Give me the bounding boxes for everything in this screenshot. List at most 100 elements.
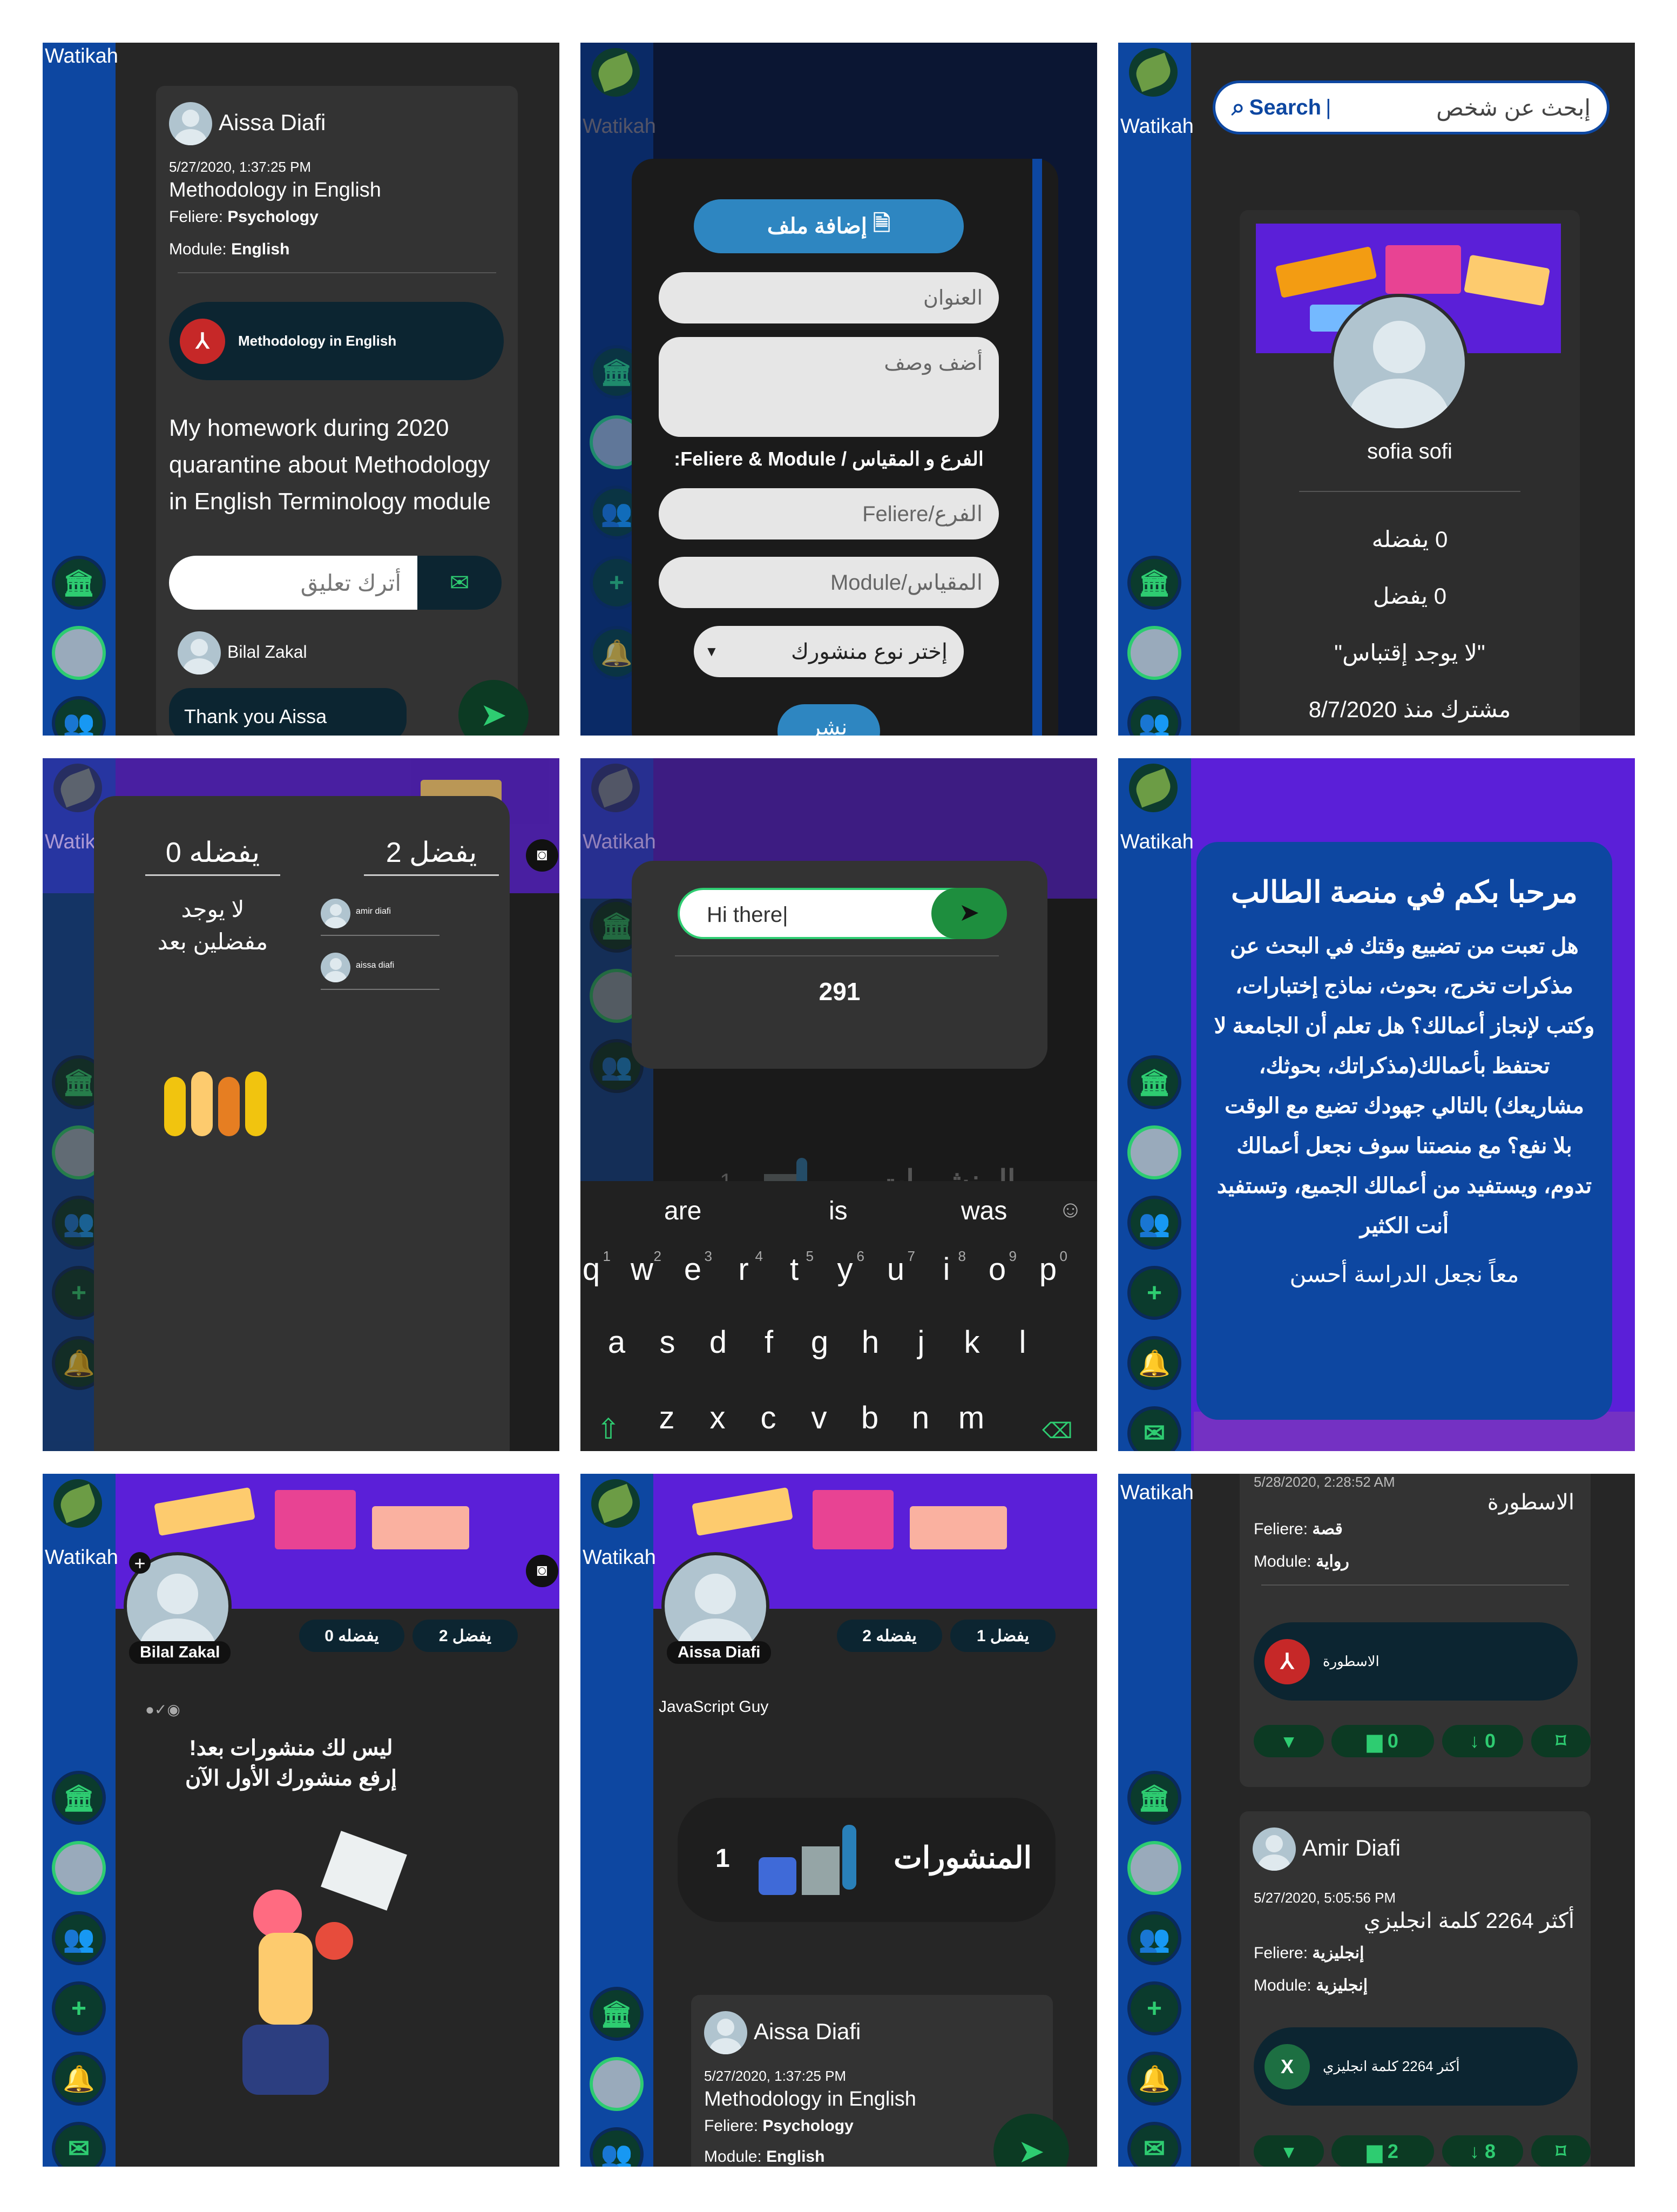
key-j[interactable]: j bbox=[900, 1324, 943, 1360]
shift-icon[interactable]: ⇧ bbox=[597, 1413, 620, 1446]
university-icon[interactable]: 🏛 bbox=[1127, 556, 1181, 610]
key-h[interactable]: h bbox=[849, 1324, 892, 1360]
favorites-count[interactable]: يفضل 2 bbox=[413, 1620, 518, 1652]
scrollbar[interactable] bbox=[1032, 159, 1042, 736]
key-z[interactable]: z bbox=[645, 1400, 688, 1436]
add-file-button[interactable]: إضافة ملف 🗎 bbox=[694, 199, 964, 253]
publish-button[interactable]: نشر bbox=[777, 704, 880, 736]
add-icon[interactable]: + bbox=[1127, 1266, 1181, 1320]
logo-icon bbox=[53, 1479, 102, 1528]
key-f[interactable]: f bbox=[747, 1324, 790, 1360]
avatar[interactable] bbox=[590, 2057, 644, 2111]
post-card[interactable]: Amir Diafi 5/27/2020, 5:05:56 PM أكثر 22… bbox=[1240, 1811, 1591, 2167]
favorite-user-name[interactable]: aissa diafi bbox=[356, 961, 394, 970]
mail-icon[interactable]: ✉ bbox=[1127, 2122, 1181, 2167]
groups-icon[interactable]: 👥 bbox=[52, 696, 106, 736]
favorited-by-count[interactable]: يفضله 0 bbox=[299, 1620, 404, 1652]
file-attachment[interactable]: ⅄ الاسطورة bbox=[1254, 1622, 1578, 1701]
posts-summary[interactable]: 1 المنشورات bbox=[678, 1798, 1056, 1922]
add-icon[interactable]: + bbox=[1127, 1981, 1181, 2035]
key-g[interactable]: g bbox=[798, 1324, 841, 1360]
key-l[interactable]: l bbox=[1001, 1324, 1044, 1360]
suggestion-3[interactable]: was bbox=[961, 1196, 1007, 1226]
favorited-by-tab[interactable]: يفضله 0 bbox=[145, 837, 280, 876]
avatar[interactable] bbox=[52, 1841, 106, 1895]
key-v[interactable]: v bbox=[797, 1400, 841, 1436]
feliere-input[interactable]: Feliere/الفرع bbox=[659, 488, 999, 539]
downloads-button[interactable]: ↓ 0 bbox=[1442, 1725, 1523, 1757]
avatar[interactable] bbox=[1127, 1841, 1181, 1895]
send-icon[interactable]: ➤ bbox=[931, 888, 1007, 939]
add-photo-icon[interactable]: + bbox=[129, 1552, 151, 1574]
favorites-count[interactable]: يفضل 1 bbox=[950, 1620, 1056, 1652]
university-icon[interactable]: 🏛 bbox=[590, 1987, 644, 2041]
key-w[interactable]: w2 bbox=[620, 1248, 664, 1287]
key-m[interactable]: m bbox=[950, 1400, 993, 1436]
key-b[interactable]: b bbox=[848, 1400, 891, 1436]
expand-button[interactable]: ▾ bbox=[1254, 1725, 1324, 1757]
suggestion-2[interactable]: is bbox=[829, 1196, 848, 1226]
university-icon[interactable]: 🏛 bbox=[1127, 1771, 1181, 1825]
bell-icon[interactable]: 🔔 bbox=[52, 2052, 106, 2106]
post-type-select[interactable]: ▼ إختر نوع منشورك bbox=[694, 626, 964, 677]
key-u[interactable]: u7 bbox=[874, 1248, 917, 1287]
key-y[interactable]: y6 bbox=[823, 1248, 867, 1287]
comment-input[interactable]: أترك تعليق bbox=[169, 556, 417, 610]
key-p[interactable]: p0 bbox=[1026, 1248, 1070, 1287]
groups-icon[interactable]: 👥 bbox=[52, 1911, 106, 1965]
groups-icon[interactable]: 👥 bbox=[1127, 696, 1181, 736]
add-icon[interactable]: + bbox=[52, 1981, 106, 2035]
file-attachment[interactable]: X أكثر 2264 كلمة انجليزي bbox=[1254, 2027, 1578, 2106]
key-o[interactable]: o9 bbox=[976, 1248, 1019, 1287]
comment-icon[interactable]: ✉ bbox=[417, 569, 502, 597]
university-icon[interactable]: 🏛 bbox=[52, 556, 106, 610]
key-a[interactable]: a bbox=[595, 1324, 638, 1360]
module-input[interactable]: Module/المقياس bbox=[659, 557, 999, 608]
avatar[interactable] bbox=[1127, 1125, 1181, 1179]
backspace-icon[interactable]: ⌫ bbox=[1042, 1419, 1073, 1444]
downloads-button[interactable]: ↓ 8 bbox=[1442, 2135, 1523, 2167]
key-c[interactable]: c bbox=[747, 1400, 790, 1436]
camera-icon[interactable]: ◙ bbox=[526, 1555, 558, 1587]
search-bar[interactable]: ⌕ Search | إبحث عن شخص bbox=[1213, 80, 1610, 134]
comments-button[interactable]: ▆ 2 bbox=[1331, 2135, 1434, 2167]
search-input[interactable]: إبحث عن شخص bbox=[1436, 95, 1591, 121]
groups-icon[interactable]: 👥 bbox=[1127, 1196, 1181, 1250]
key-d[interactable]: d bbox=[697, 1324, 740, 1360]
bookmark-button[interactable]: ⌑ bbox=[1531, 2135, 1591, 2167]
groups-icon[interactable]: 👥 bbox=[590, 2127, 644, 2167]
bookmark-button[interactable]: ⌑ bbox=[1531, 1725, 1591, 1757]
key-s[interactable]: s bbox=[646, 1324, 689, 1360]
post-title: Methodology in English bbox=[704, 2088, 916, 2110]
expand-button[interactable]: ▾ bbox=[1254, 2135, 1324, 2167]
key-k[interactable]: k bbox=[950, 1324, 993, 1360]
key-i[interactable]: i8 bbox=[925, 1248, 968, 1287]
send-icon[interactable]: ➤ bbox=[458, 680, 529, 736]
file-attachment[interactable]: ⅄ Methodology in English bbox=[169, 302, 504, 380]
favorite-user-name[interactable]: amir diafi bbox=[356, 907, 391, 916]
comments-button[interactable]: ▆ 0 bbox=[1331, 1725, 1434, 1757]
empty-posts-message: ليس لك منشورات بعد! إرفع منشورك الأول ال… bbox=[185, 1736, 397, 1790]
key-e[interactable]: e3 bbox=[671, 1248, 714, 1287]
title-input[interactable]: العنوان bbox=[659, 272, 999, 323]
avatar[interactable] bbox=[1127, 626, 1181, 680]
key-t[interactable]: t5 bbox=[773, 1248, 816, 1287]
suggestion-1[interactable]: are bbox=[664, 1196, 701, 1226]
mail-icon[interactable]: ✉ bbox=[52, 2122, 106, 2167]
avatar[interactable] bbox=[52, 626, 106, 680]
university-icon[interactable]: 🏛 bbox=[1127, 1055, 1181, 1109]
groups-icon[interactable]: 👥 bbox=[1127, 1911, 1181, 1965]
university-icon[interactable]: 🏛 bbox=[52, 1771, 106, 1825]
key-q[interactable]: q1 bbox=[580, 1248, 613, 1287]
favorited-by-count[interactable]: يفضله 2 bbox=[837, 1620, 942, 1652]
bell-icon[interactable]: 🔔 bbox=[1127, 1336, 1181, 1390]
emoji-icon[interactable]: ☺ bbox=[1058, 1196, 1083, 1223]
post-card[interactable]: 5/28/2020, 2:28:52 AM الاسطورة Feliere: … bbox=[1240, 1474, 1591, 1787]
mail-icon[interactable]: ✉ bbox=[1127, 1406, 1181, 1451]
key-n[interactable]: n bbox=[899, 1400, 942, 1436]
key-x[interactable]: x bbox=[696, 1400, 739, 1436]
favorites-tab[interactable]: يفضل 2 bbox=[364, 837, 499, 876]
key-r[interactable]: r4 bbox=[722, 1248, 765, 1287]
bell-icon[interactable]: 🔔 bbox=[1127, 2052, 1181, 2106]
description-input[interactable]: أضف وصف bbox=[659, 337, 999, 437]
